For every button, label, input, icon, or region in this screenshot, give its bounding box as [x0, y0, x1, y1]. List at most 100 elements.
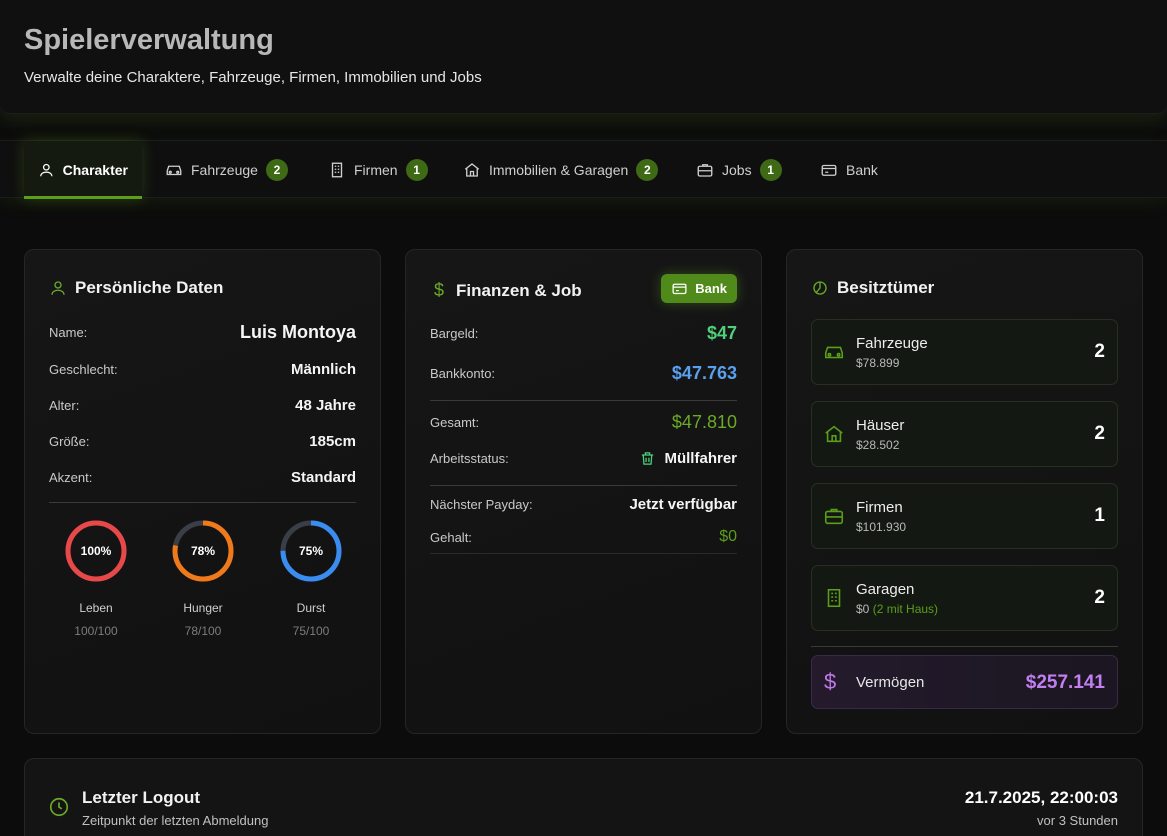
finance-row-cash: Bargeld: $47 — [430, 323, 737, 344]
tab-count-badge: 1 — [759, 159, 782, 181]
pie-chart-icon — [813, 281, 827, 295]
tab-fahrzeuge[interactable]: Fahrzeuge 2 — [151, 141, 302, 199]
building-icon — [827, 588, 841, 608]
home-icon — [825, 425, 843, 443]
info-row-gender: Geschlecht: Männlich — [49, 361, 356, 378]
asset-value: $78.899 — [856, 356, 899, 370]
info-label: Alter: — [49, 398, 80, 413]
divider — [49, 502, 356, 503]
tab-count-badge: 2 — [636, 159, 659, 181]
bank-button-label: Bank — [695, 281, 727, 296]
stat-value: 75/100 — [292, 624, 330, 638]
asset-item-vehicles[interactable]: Fahrzeuge $78.899 2 — [811, 319, 1118, 385]
asset-amount: $28.502 — [856, 438, 900, 452]
divider — [430, 485, 737, 486]
finance-row-payday: Nächster Payday: Jetzt verfügbar — [430, 496, 737, 513]
progress-ring: 75% — [280, 520, 342, 582]
logout-subtitle: Zeitpunkt der letzten Abmeldung — [82, 813, 269, 828]
info-value: 48 Jahre — [295, 397, 356, 414]
divider — [430, 400, 737, 401]
finance-row-bank: Bankkonto: $47.763 — [430, 363, 737, 384]
stat-ring-leben: 100% Leben 100/100 — [61, 519, 131, 638]
car-icon — [824, 346, 844, 359]
info-label: Name: — [49, 325, 88, 340]
credit-card-icon — [672, 283, 687, 295]
info-row-height: Größe: 185cm — [49, 433, 356, 450]
user-icon — [40, 163, 53, 177]
card-title: Besitztümer — [837, 278, 935, 297]
finance-row-total: Gesamt: $47.810 — [430, 412, 737, 433]
asset-value: $28.502 — [856, 438, 899, 452]
tab-label: Bank — [846, 162, 878, 178]
user-icon — [51, 281, 65, 295]
asset-count: 2 — [1094, 587, 1105, 608]
tab-label: Immobilien & Garagen — [489, 162, 629, 178]
asset-note: (2 mit Haus) — [872, 602, 939, 616]
finance-label: Gehalt: — [430, 529, 472, 545]
card-title: Persönliche Daten — [75, 278, 224, 297]
building-icon — [331, 162, 343, 178]
progress-ring: 100% — [65, 520, 127, 582]
info-value: Standard — [290, 469, 356, 486]
svg-text:100%: 100% — [81, 544, 112, 558]
credit-card-icon — [821, 164, 837, 176]
bank-value: $47.763 — [671, 363, 737, 383]
job-value-wrap: Müllfahrer — [639, 450, 737, 467]
tab-bar: Charakter Fahrzeuge 2 Firmen 1 Immobilie… — [0, 140, 1167, 199]
page-title: Spielerverwaltung — [24, 24, 274, 56]
svg-text:78%: 78% — [191, 544, 215, 558]
stat-label: Leben — [79, 601, 113, 615]
finance-row-salary: Gehalt: $0 — [430, 528, 737, 546]
card-header: $ Finanzen & Job — [430, 280, 582, 301]
net-worth-box: $ Vermögen $257.141 — [811, 655, 1118, 709]
payday-value: Jetzt verfügbar — [629, 496, 737, 513]
tab-label: Fahrzeuge — [191, 162, 258, 178]
asset-name: Häuser — [856, 417, 905, 434]
tab-charakter[interactable]: Charakter — [24, 141, 142, 199]
card-title: Finanzen & Job — [456, 280, 582, 300]
info-row-name: Name: Luis Montoya — [49, 322, 356, 343]
finance-label: Arbeitsstatus: — [430, 451, 509, 466]
info-value: 185cm — [309, 433, 356, 450]
asset-item-garages[interactable]: Garagen $0 (2 mit Haus) 2 — [811, 565, 1118, 631]
briefcase-icon — [824, 508, 844, 525]
info-label: Größe: — [49, 434, 90, 449]
net-worth-value: $257.141 — [1025, 672, 1105, 693]
asset-amount: $101.930 — [856, 520, 907, 534]
logout-datetime: 21.7.2025, 22:00:03 — [964, 788, 1118, 807]
stat-value: 100/100 — [74, 624, 118, 638]
logout-relative: vor 3 Stunden — [1037, 813, 1118, 828]
tab-firmen[interactable]: Firmen 1 — [314, 141, 442, 199]
tab-jobs[interactable]: Jobs 1 — [682, 141, 796, 199]
asset-count: 1 — [1094, 505, 1105, 526]
tab-count-badge: 1 — [405, 159, 428, 181]
stat-ring-durst: 75% Durst 75/100 — [276, 519, 346, 638]
tab-label: Jobs — [722, 162, 752, 178]
personal-data-card: Persönliche Daten Name: Luis Montoya Ges… — [24, 249, 381, 734]
tab-label: Firmen — [354, 162, 398, 178]
info-value: Luis Montoya — [240, 322, 356, 342]
asset-amount: $78.899 — [856, 356, 900, 370]
net-worth-label: Vermögen — [856, 674, 925, 691]
asset-value: $101.930 — [856, 520, 906, 534]
tab-bank[interactable]: Bank — [806, 141, 892, 199]
svg-text:75%: 75% — [299, 544, 323, 558]
job-value: Müllfahrer — [664, 450, 737, 467]
asset-item-companies[interactable]: Firmen $101.930 1 — [811, 483, 1118, 549]
stat-label: Durst — [296, 601, 326, 615]
asset-count: 2 — [1094, 341, 1105, 362]
asset-amount: $0 — [856, 602, 870, 616]
stat-value: 78/100 — [184, 624, 222, 638]
page-header: Spielerverwaltung Verwalte deine Charakt… — [0, 0, 1167, 114]
asset-item-houses[interactable]: Häuser $28.502 2 — [811, 401, 1118, 467]
stat-label: Hunger — [183, 601, 223, 615]
bank-button[interactable]: Bank — [661, 274, 737, 303]
salary-value: $0 — [719, 528, 737, 545]
last-logout-card: Letzter Logout Zeitpunkt der letzten Abm… — [24, 758, 1143, 836]
asset-name: Garagen — [856, 581, 915, 598]
divider — [811, 646, 1118, 647]
tab-immobilien[interactable]: Immobilien & Garagen 2 — [449, 141, 672, 199]
stat-ring-hunger: 78% Hunger 78/100 — [168, 519, 238, 638]
info-label: Akzent: — [49, 470, 93, 485]
assets-card: Besitztümer Fahrzeuge $78.899 2 Häuser $… — [786, 249, 1143, 734]
